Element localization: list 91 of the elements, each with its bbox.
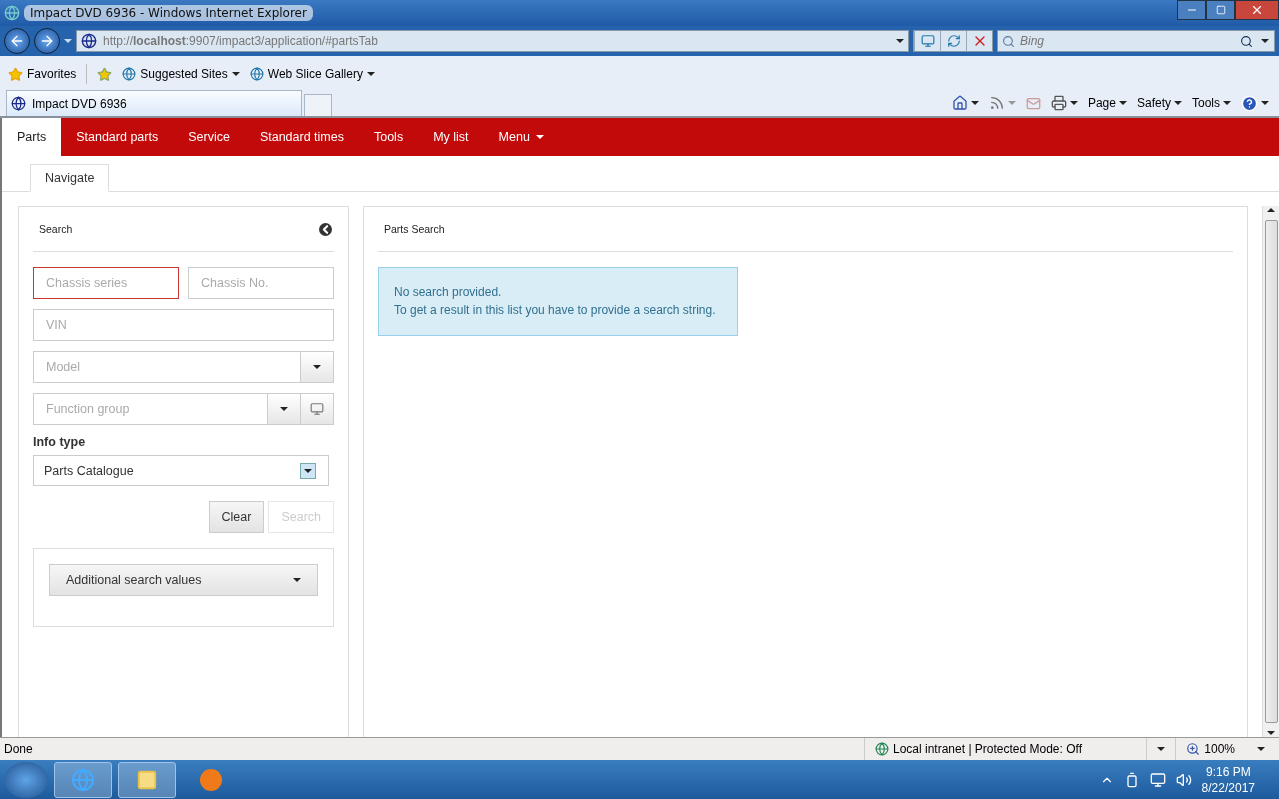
print-button[interactable] (1050, 95, 1078, 111)
restore-button[interactable] (1206, 0, 1235, 20)
favorites-link[interactable]: Suggested Sites (122, 67, 240, 81)
home-button[interactable] (951, 95, 979, 111)
dropdown-button[interactable] (300, 462, 316, 479)
caret-icon (366, 72, 375, 76)
field-label: Info type (33, 435, 87, 449)
feeds-button[interactable] (988, 95, 1016, 111)
restore-icon (1215, 5, 1226, 15)
printer-icon (1050, 95, 1067, 111)
home-icon (951, 95, 968, 111)
favorites-link[interactable]: Web Slice Gallery (249, 67, 375, 81)
start-button[interactable] (4, 761, 48, 798)
caret-icon (280, 407, 288, 411)
minimize-button[interactable] (1177, 0, 1206, 20)
combo-field[interactable]: Function group (33, 393, 268, 425)
volume-icon[interactable] (1175, 771, 1192, 788)
clock[interactable]: 9:16 PM 8/22/2017 (1201, 763, 1255, 796)
help-button[interactable] (1241, 94, 1269, 112)
additional-values-button[interactable]: Additional search values (49, 564, 318, 596)
globe-icon (81, 33, 97, 49)
page-icon (249, 67, 264, 81)
search-icon[interactable] (1240, 35, 1253, 48)
close-button[interactable] (1235, 0, 1279, 20)
search-icon (1002, 35, 1015, 48)
caret-icon (1069, 101, 1078, 105)
browser-logo-icon (4, 5, 20, 21)
caret-icon (1007, 101, 1016, 105)
caret-icon (231, 72, 240, 76)
command-menu[interactable]: Page (1087, 96, 1127, 110)
picker-button[interactable] (301, 393, 334, 425)
caret-icon (313, 365, 321, 369)
info-type-select[interactable]: Parts Catalogue (33, 455, 329, 486)
media-player-icon (200, 768, 222, 791)
window-title: Impact DVD 6936 - Windows Internet Explorer (24, 5, 313, 21)
favorites-button[interactable]: Favorites (8, 66, 77, 82)
caret-icon (293, 578, 301, 582)
alert-text: No search provided. (394, 284, 503, 301)
url-text: http://localhost:9907/impact3/application/#partsTab (103, 34, 379, 48)
refresh-icon (946, 34, 961, 48)
caret-icon (1223, 101, 1231, 105)
back-button[interactable] (4, 28, 30, 54)
caret-icon[interactable] (1261, 39, 1269, 43)
caret-icon[interactable] (1267, 208, 1275, 212)
search-field[interactable]: Bing (997, 30, 1275, 52)
caret-icon (1118, 101, 1127, 105)
command-menu[interactable]: Tools (1192, 96, 1231, 110)
caret-icon[interactable] (1157, 747, 1166, 751)
nav-tab[interactable]: Service (173, 118, 245, 156)
status-text: Done (4, 742, 34, 756)
scrollbar[interactable] (1262, 206, 1279, 737)
page-icon (122, 67, 137, 81)
caret-icon (970, 101, 979, 105)
caret-icon (304, 468, 312, 473)
caret-icon (1261, 101, 1269, 105)
forward-arrow-icon (39, 33, 55, 49)
text-field[interactable]: Chassis series (33, 267, 179, 299)
browser-icon (71, 767, 95, 792)
forward-button[interactable] (34, 28, 60, 54)
star-icon (8, 66, 23, 82)
help-icon (1241, 94, 1258, 112)
network-icon[interactable] (1149, 771, 1166, 788)
globe-icon (11, 96, 26, 111)
command-menu[interactable]: Safety (1136, 96, 1182, 110)
collapse-icon[interactable] (319, 222, 332, 236)
panel-title: Parts Search (383, 223, 445, 235)
monitor-icon (920, 34, 935, 48)
combo-field[interactable]: Model (33, 351, 301, 383)
browser-tab[interactable]: Impact DVD 6936 (6, 90, 302, 116)
nav-tab[interactable]: Tools (358, 118, 419, 156)
folder-icon (136, 768, 158, 791)
address-field[interactable]: http://localhost:9907/impact3/application/#partsTab (76, 30, 909, 52)
close-icon (1250, 3, 1264, 17)
caret-icon (1257, 747, 1265, 751)
nav-tab[interactable]: Standard parts (61, 118, 174, 156)
alert-text: To get a result in this list you have to provide a search string. (394, 302, 717, 319)
sub-tab[interactable]: Navigate (30, 164, 110, 192)
caret-icon (535, 135, 544, 139)
globe-icon (875, 742, 889, 756)
nav-tab[interactable]: Parts (2, 118, 62, 156)
caret-icon (896, 39, 904, 43)
nav-tab[interactable]: My list (418, 118, 484, 156)
nav-tab[interactable]: Menu (483, 118, 559, 156)
action-button[interactable]: Clear (208, 501, 265, 533)
rss-icon (988, 95, 1005, 111)
taskbar-button[interactable] (118, 761, 176, 798)
panel-title: Search (38, 223, 73, 235)
nav-tab[interactable]: Standard times (244, 118, 359, 156)
zone-text: Local intranet | Protected Mode: Off (893, 742, 1082, 756)
caret-icon (1174, 101, 1182, 105)
zoom-icon (1186, 742, 1201, 756)
